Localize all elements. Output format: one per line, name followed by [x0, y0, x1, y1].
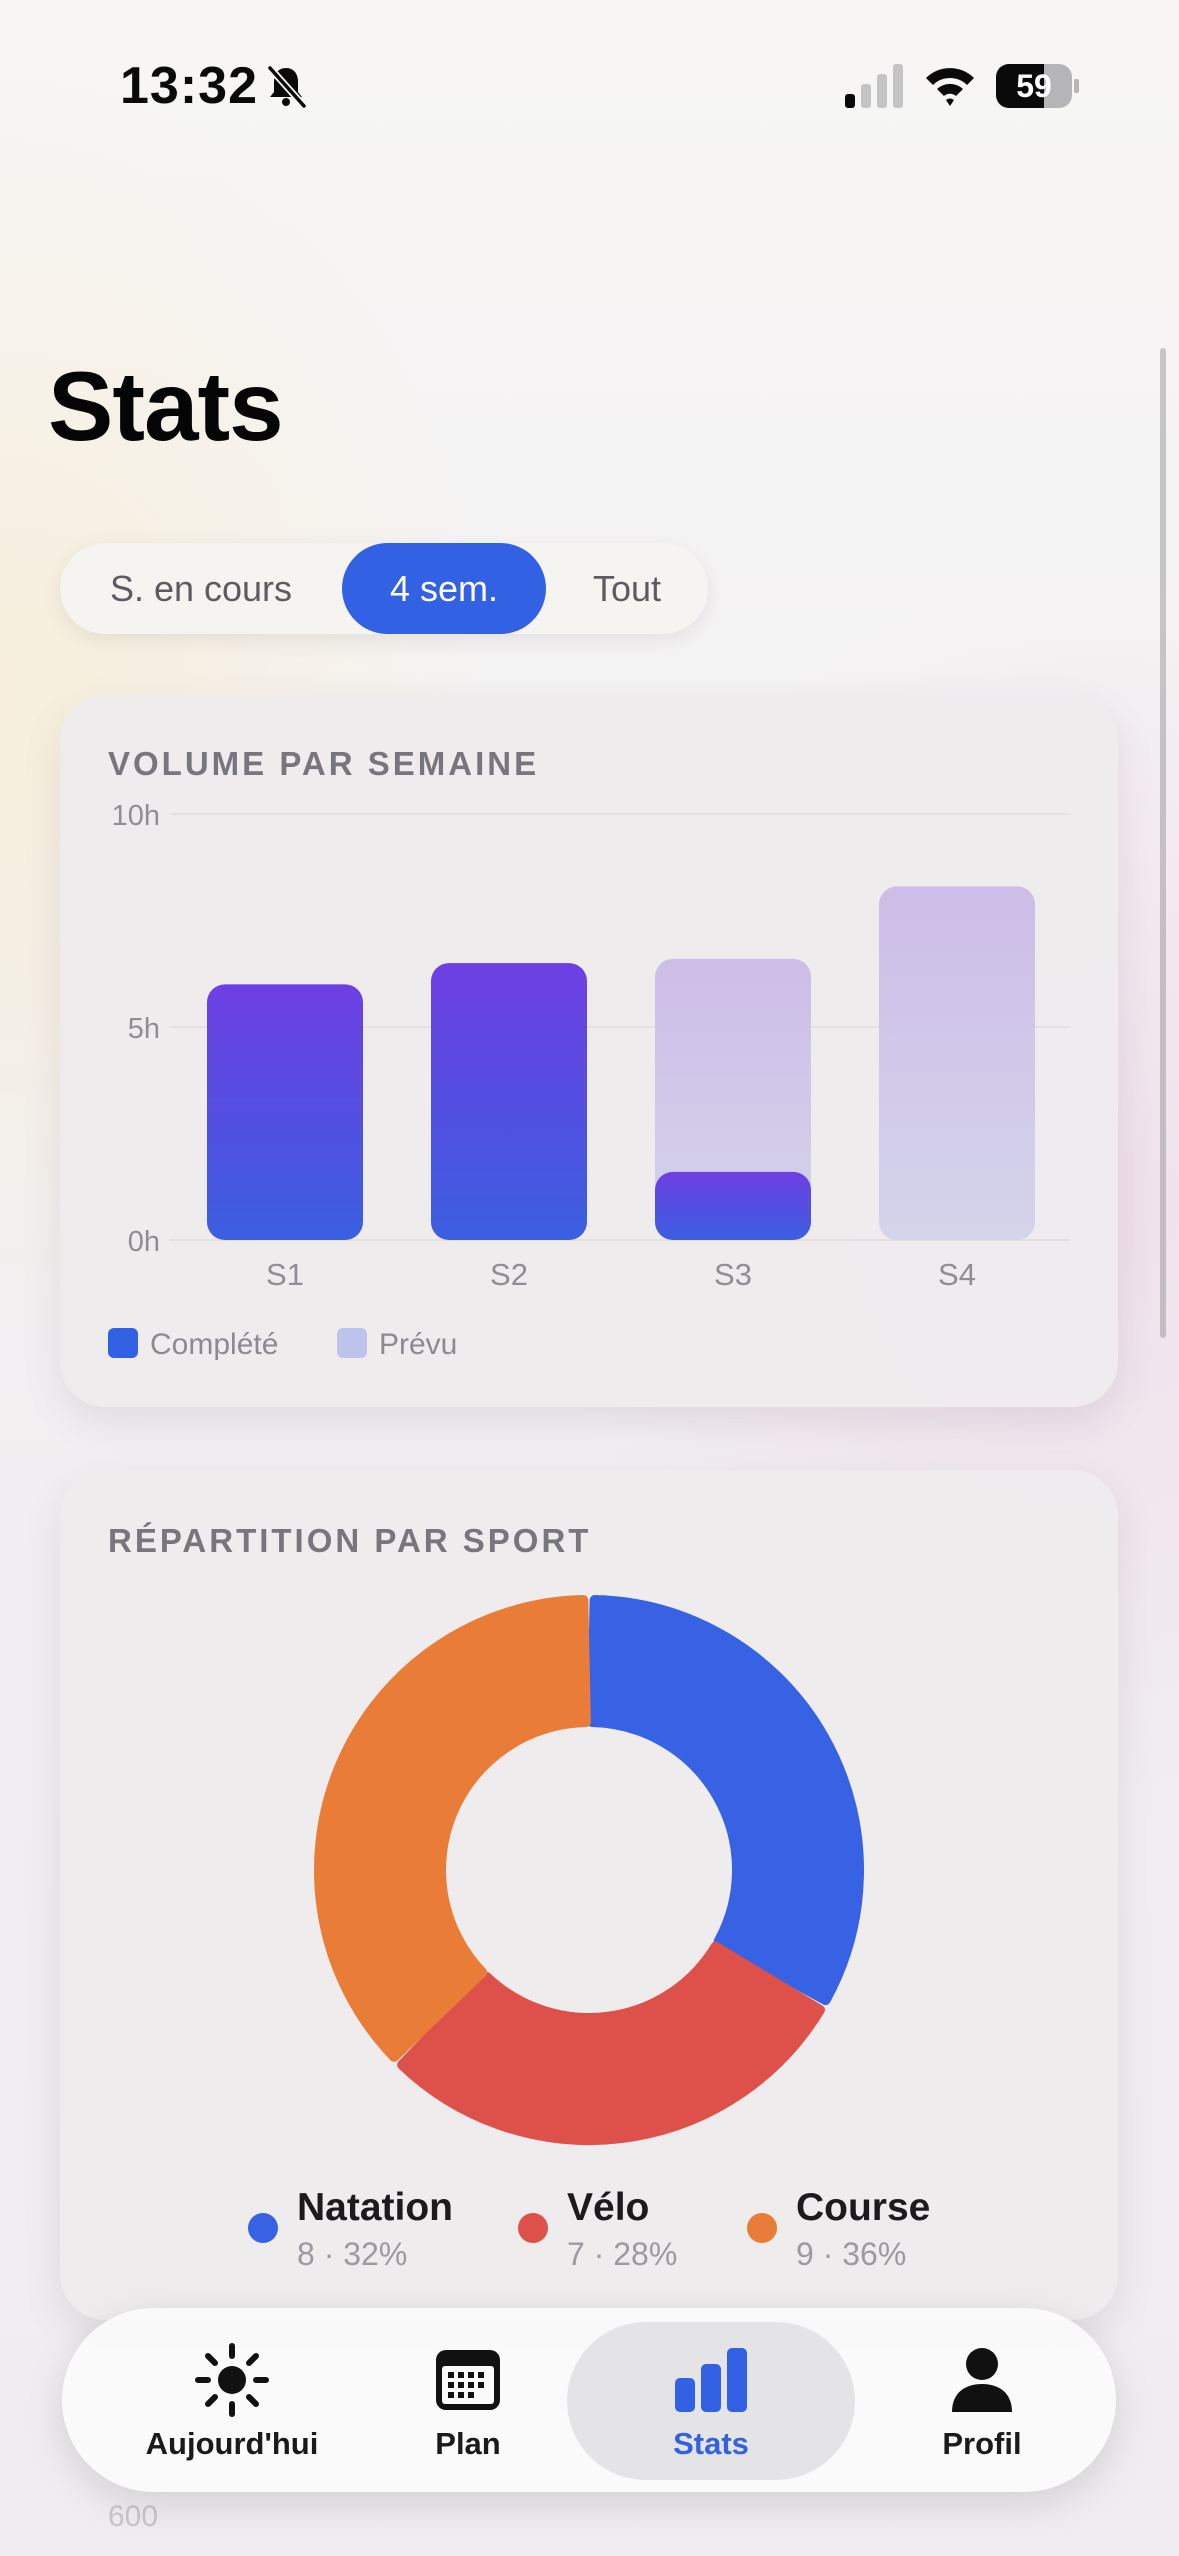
- bar-chart-icon: [675, 2348, 747, 2412]
- tab-plan[interactable]: Plan: [388, 2308, 548, 2492]
- calendar-icon: [436, 2350, 500, 2410]
- legend-name-velo: Vélo: [567, 2186, 650, 2229]
- next-card-axis-tick: 600: [108, 2500, 159, 2533]
- legend-dot-natation: [248, 2213, 278, 2243]
- legend-value-natation: 8 · 32%: [297, 2236, 408, 2272]
- tab-stats[interactable]: Stats: [567, 2308, 855, 2492]
- legend-value-course: 9 · 36%: [796, 2236, 907, 2272]
- tab-bar: Aujourd'hui Plan Stats Profil: [62, 2308, 1116, 2492]
- legend-dot-velo: [518, 2213, 548, 2243]
- person-icon: [952, 2348, 1012, 2412]
- tab-profile-label: Profil: [942, 2426, 1022, 2461]
- tab-plan-label: Plan: [435, 2426, 501, 2461]
- legend-dot-course: [747, 2213, 777, 2243]
- tab-today-label: Aujourd'hui: [145, 2426, 319, 2461]
- sun-icon: [195, 2343, 269, 2417]
- donut-slice-course: [314, 1595, 591, 2062]
- tab-profile[interactable]: Profil: [892, 2308, 1072, 2492]
- donut-slice-natation: [587, 1595, 864, 2006]
- legend-name-natation: Natation: [297, 2186, 453, 2229]
- tab-today[interactable]: Aujourd'hui: [112, 2308, 352, 2492]
- sport-donut-chart: [314, 1595, 864, 2145]
- legend-value-velo: 7 · 28%: [567, 2236, 678, 2272]
- tab-stats-label: Stats: [673, 2426, 749, 2461]
- legend-name-course: Course: [796, 2186, 931, 2229]
